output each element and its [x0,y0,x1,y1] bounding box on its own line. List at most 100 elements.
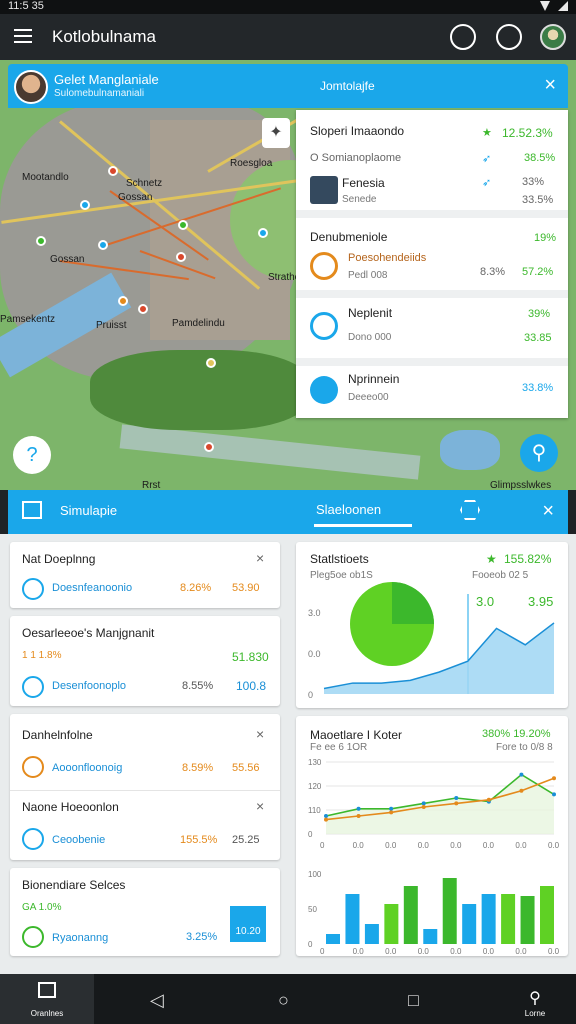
rocket-icon [310,312,338,340]
card-v1: 155.5% [180,834,218,846]
bar [501,894,516,944]
user-avatar[interactable] [14,70,48,104]
bar [403,886,418,944]
card-group[interactable]: Danhelnfolne × Aooonfloonoig 8.59% 55.56… [10,714,280,860]
line-point [552,792,556,797]
card-link[interactable]: Ryaonanng [52,932,108,944]
leaf-icon [22,926,44,948]
bar [462,904,477,944]
x-tick-label: 0.0 [418,841,430,850]
map-forest [90,350,310,430]
row-item-sub: Pedl 008 [348,270,388,281]
card-link[interactable]: Doesnfeanoonio [52,582,132,594]
card-statistics[interactable]: Statlstioets ★ 155.82% Pleg5oe ob1S Fooe… [296,542,568,708]
settings-icon[interactable] [496,24,522,50]
lightning-icon [22,756,44,778]
link-icon [22,828,44,850]
map-pin[interactable] [80,200,90,210]
line-point [454,796,459,800]
map-info-header: Gelet Manglaniale Sulomebulnamaniali Jom… [8,64,568,108]
card-nat-doeplnng[interactable]: Nat Doeplnng × Doesnfeanoonio 8.26% 53.9… [10,542,280,608]
search-icon: ⚲ [529,990,541,1007]
map-lake [440,430,500,470]
row-v2: 33.5% [522,194,554,206]
map-pin[interactable] [258,228,268,238]
refresh-icon [22,578,44,600]
row-title: Fenesia [342,176,385,190]
hexagon-icon[interactable] [460,500,480,520]
home-circle-icon[interactable]: ○ [278,990,289,1011]
map-pin[interactable] [36,236,46,246]
map-pin[interactable] [138,304,148,314]
row-v1: 33% [522,176,545,188]
trend-icon: ➶ [482,177,492,189]
map-label: Mootandlo [22,172,69,183]
map-pin[interactable] [206,358,216,368]
map-pin[interactable] [118,296,128,306]
row-v1: 39% [528,308,551,320]
map-pin[interactable] [204,442,214,452]
close-icon[interactable]: × [544,74,556,97]
line-point [389,806,394,811]
menu-icon[interactable] [14,29,32,43]
list-icon[interactable] [22,501,42,519]
row-item-title: Poesohendeiids [348,252,427,264]
trend-icon: ➶ [482,153,492,165]
close-icon[interactable]: × [256,550,264,566]
card-title: Nat Doeplnng [22,552,96,566]
row-v1: 33.8% [522,382,554,394]
side-sub: O Somianoplaome [310,152,402,164]
status-bar: 11:5 35 [0,0,576,14]
area-chart: 3.0 0.0 0 [308,582,555,700]
side-section[interactable]: Neplenit Dono 000 39% 33.85 [296,298,568,366]
map-pin[interactable] [108,166,118,176]
route-button[interactable]: ⚲ [520,434,558,472]
map-pin[interactable] [178,220,188,230]
x-tick-label: 0.0 [450,947,462,956]
card-sales[interactable]: Bionendiare Selces GA 1.0% Ryaonanng 3.2… [10,868,280,956]
help-button[interactable]: ? [13,436,51,474]
shield-icon[interactable] [450,24,476,50]
x-tick-label: 0 [320,841,325,850]
card-management[interactable]: Oesarleeoe's Manjgnanit 1 1 1.8% 51.830 … [10,616,280,706]
line-point [389,810,394,815]
y-tick-label: 110 [308,806,321,815]
close-icon[interactable]: × [542,500,554,523]
profile-avatar[interactable] [540,24,566,50]
card-link[interactable]: Aooonfloonoig [52,762,122,774]
nav-home[interactable]: Oranlnes [0,974,94,1024]
back-icon[interactable]: ◁ [150,990,164,1011]
x-tick-label: 0.0 [483,841,495,850]
map-label: Pruisst [96,320,127,331]
map-pin[interactable] [98,240,108,250]
line-point [421,805,426,809]
line-point [324,814,328,818]
nav-search[interactable]: ⚲ Lorne [520,974,550,1024]
card-line-chart[interactable]: Maoetlare I Koter 380% 19.20% Fe ee 6 1O… [296,716,568,956]
card-v-top: 51.830 [232,650,269,664]
card-link[interactable]: Ceoobenie [52,834,105,846]
bar [540,886,554,944]
card-link[interactable]: Desenfoonoplo [52,680,126,692]
side-section[interactable]: Denubmeniole 19% Poesohendeiids Pedl 008… [296,218,568,298]
section-left-label: Simulapie [60,503,118,518]
map-pin[interactable] [176,252,186,262]
close-icon[interactable]: × [256,726,264,742]
fenesia-icon [310,176,338,204]
recents-icon[interactable]: □ [408,990,419,1011]
x-tick-label: 0.0 [483,947,495,956]
y-tick-label: 130 [308,758,322,767]
line-point [519,772,524,777]
compass-icon[interactable]: ✦ [262,118,290,148]
line-point [356,806,361,811]
side-section[interactable]: Nprinnein Deeeo00 33.8% [296,366,568,418]
divider [10,790,280,791]
line-point [454,801,459,806]
y-tick-label: 3.0 [308,608,321,618]
close-icon[interactable]: × [256,798,264,814]
tab-selected[interactable]: Slaeloonen [316,502,381,517]
card-v2: 53.90 [232,582,260,594]
card-v2: 55.56 [232,762,260,774]
user-name: Gelet Manglaniale [54,72,159,87]
card-sub: 1 1 1.8% [22,650,62,661]
